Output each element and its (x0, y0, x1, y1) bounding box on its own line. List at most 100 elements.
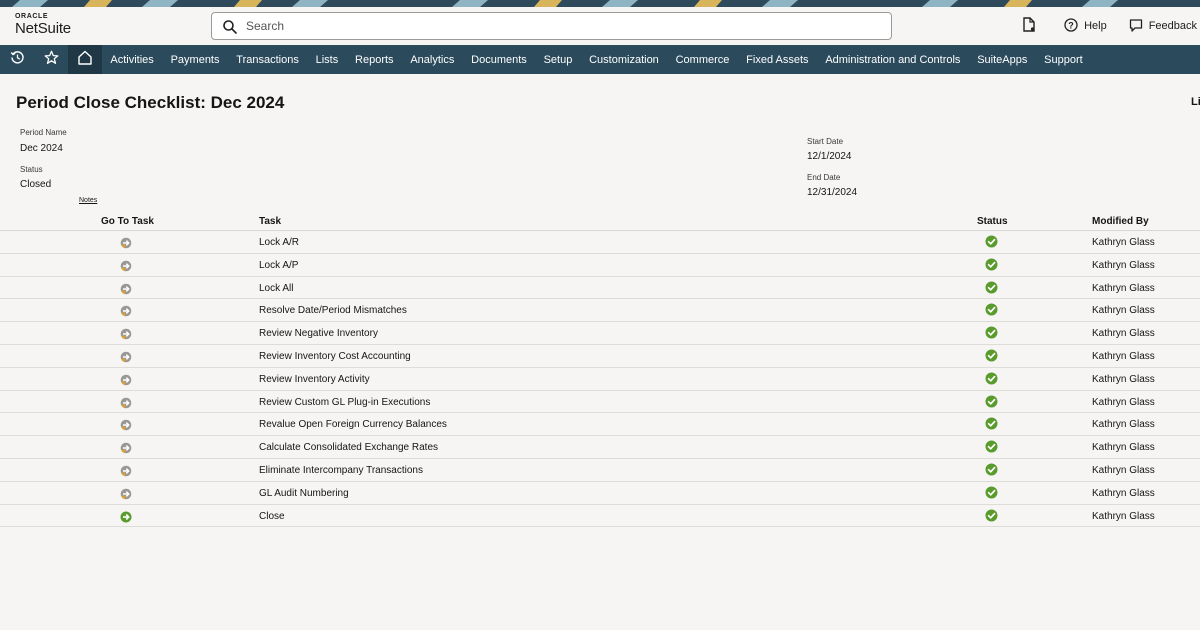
nav-item-administration-and-controls[interactable]: Administration and Controls (817, 45, 969, 74)
table-row: Review Custom GL Plug-in Executions Kathr… (0, 391, 1200, 414)
document-icon (1022, 17, 1042, 35)
table-row: Lock A/R Kathryn Glass (0, 231, 1200, 254)
task-cell: GL Audit Numbering (259, 487, 349, 499)
start-date-label: Start Date (807, 137, 844, 146)
recent-history-button[interactable] (0, 45, 34, 74)
go-to-task-icon[interactable] (120, 464, 132, 477)
modified-by-cell: Kathryn Glass (1092, 237, 1155, 248)
column-header-go-to-task[interactable]: Go To Task (101, 216, 154, 227)
star-icon (44, 50, 59, 70)
history-icon (10, 50, 25, 70)
nav-item-fixed-assets[interactable]: Fixed Assets (738, 45, 817, 74)
task-cell: Close (259, 510, 285, 522)
go-to-task-icon[interactable] (120, 373, 132, 386)
modified-by-cell: Kathryn Glass (1092, 305, 1155, 317)
truncated-link[interactable]: Li (1191, 96, 1200, 108)
go-to-task-icon[interactable] (120, 259, 132, 272)
recent-records-button[interactable] (1022, 17, 1042, 35)
go-to-task-icon[interactable] (120, 304, 132, 317)
favorites-button[interactable] (34, 45, 68, 74)
nav-item-suiteapps[interactable]: SuiteApps (969, 45, 1036, 74)
decorative-banner (0, 0, 1200, 7)
main-navigation: Activities Payments Transactions Lists R… (0, 45, 1200, 74)
go-to-task-icon[interactable] (120, 441, 132, 454)
task-cell: Lock A/P (259, 259, 299, 271)
check-circle-icon (985, 417, 998, 430)
modified-by-cell: Kathryn Glass (1092, 259, 1155, 271)
check-circle-icon (985, 509, 998, 522)
column-header-task[interactable]: Task (259, 216, 281, 227)
task-cell: Review Inventory Activity (259, 373, 370, 385)
go-to-task-icon[interactable] (120, 350, 132, 363)
help-label: Help (1084, 20, 1107, 32)
app-header: ORACLE NetSuite ? Help Feedback (0, 7, 1200, 45)
feedback-label: Feedback (1148, 20, 1197, 32)
status-value: Closed (20, 179, 52, 190)
modified-by-cell: Kathryn Glass (1092, 419, 1155, 431)
global-search[interactable] (211, 12, 892, 40)
nav-item-activities[interactable]: Activities (102, 45, 162, 74)
check-circle-icon (985, 349, 998, 362)
feedback-icon (1129, 18, 1149, 35)
help-button[interactable]: ? Help (1064, 17, 1107, 35)
nav-item-commerce[interactable]: Commerce (667, 45, 738, 74)
end-date-value: 12/31/2024 (807, 187, 858, 198)
table-row: Review Inventory Cost Accounting Kathryn … (0, 345, 1200, 368)
modified-by-cell: Kathryn Glass (1092, 373, 1155, 385)
home-icon (77, 50, 93, 70)
table-row: Lock A/P Kathryn Glass (0, 254, 1200, 277)
netsuite-logo[interactable]: ORACLE NetSuite (15, 13, 71, 37)
period-name-label: Period Name (20, 128, 67, 137)
header-tools: ? Help Feedback (1000, 7, 1200, 45)
nav-item-customization[interactable]: Customization (581, 45, 667, 74)
column-header-modified-by[interactable]: Modified By (1092, 216, 1149, 227)
notes-link[interactable]: Notes (79, 197, 97, 204)
table-row: Revalue Open Foreign Currency Balances Ka… (0, 413, 1200, 437)
help-icon: ? (1064, 17, 1084, 35)
end-date-label: End Date (807, 173, 841, 182)
home-button[interactable] (68, 45, 102, 74)
go-to-task-icon[interactable] (120, 418, 132, 431)
svg-text:?: ? (1068, 20, 1074, 30)
nav-item-documents[interactable]: Documents (463, 45, 535, 74)
check-circle-icon (985, 235, 998, 248)
task-cell: Eliminate Intercompany Transactions (259, 464, 423, 476)
check-circle-icon (985, 440, 998, 453)
search-input[interactable] (246, 16, 846, 36)
table-body: Lock A/R Kathryn Glass Lock A/P Kathryn Gla… (0, 231, 1200, 528)
nav-item-analytics[interactable]: Analytics (402, 45, 463, 74)
task-cell: Review Custom GL Plug-in Executions (259, 396, 431, 408)
go-to-task-icon[interactable] (120, 282, 132, 294)
start-date-value: 12/1/2024 (807, 151, 852, 162)
period-name-value: Dec 2024 (20, 143, 63, 154)
modified-by-cell: Kathryn Glass (1092, 442, 1155, 454)
table-row: Review Inventory Activity Kathryn Glass (0, 368, 1200, 391)
table-row: GL Audit Numbering Kathryn Glass (0, 482, 1200, 505)
task-cell: Lock A/R (259, 237, 300, 248)
table-row: Close Kathryn Glass (0, 505, 1200, 528)
go-to-task-icon[interactable] (120, 396, 132, 408)
go-to-task-icon[interactable] (120, 236, 132, 249)
go-to-task-icon[interactable] (120, 487, 132, 500)
go-to-task-icon[interactable] (120, 327, 132, 340)
nav-item-payments[interactable]: Payments (162, 45, 228, 74)
page-title: Period Close Checklist: Dec 2024 (16, 93, 285, 112)
check-circle-icon (985, 326, 998, 339)
go-arrow-green-icon[interactable] (120, 510, 132, 523)
task-cell: Review Negative Inventory (259, 328, 378, 340)
table-row: Lock All Kathryn Glass (0, 277, 1200, 300)
nav-item-transactions[interactable]: Transactions (228, 45, 307, 74)
task-cell: Calculate Consolidated Exchange Rates (259, 442, 438, 454)
column-header-status[interactable]: Status (977, 216, 1008, 227)
check-circle-icon (985, 281, 998, 294)
nav-item-reports[interactable]: Reports (347, 45, 402, 74)
nav-item-lists[interactable]: Lists (307, 45, 346, 74)
task-cell: Review Inventory Cost Accounting (259, 350, 411, 362)
task-cell: Revalue Open Foreign Currency Balances (259, 419, 447, 431)
check-circle-icon (985, 258, 998, 271)
nav-item-setup[interactable]: Setup (535, 45, 581, 74)
nav-item-support[interactable]: Support (1036, 45, 1091, 74)
checklist-table: Go To Task Task Status Modified By Lock … (0, 213, 1200, 528)
modified-by-cell: Kathryn Glass (1092, 510, 1155, 522)
feedback-button[interactable]: Feedback (1129, 18, 1197, 35)
